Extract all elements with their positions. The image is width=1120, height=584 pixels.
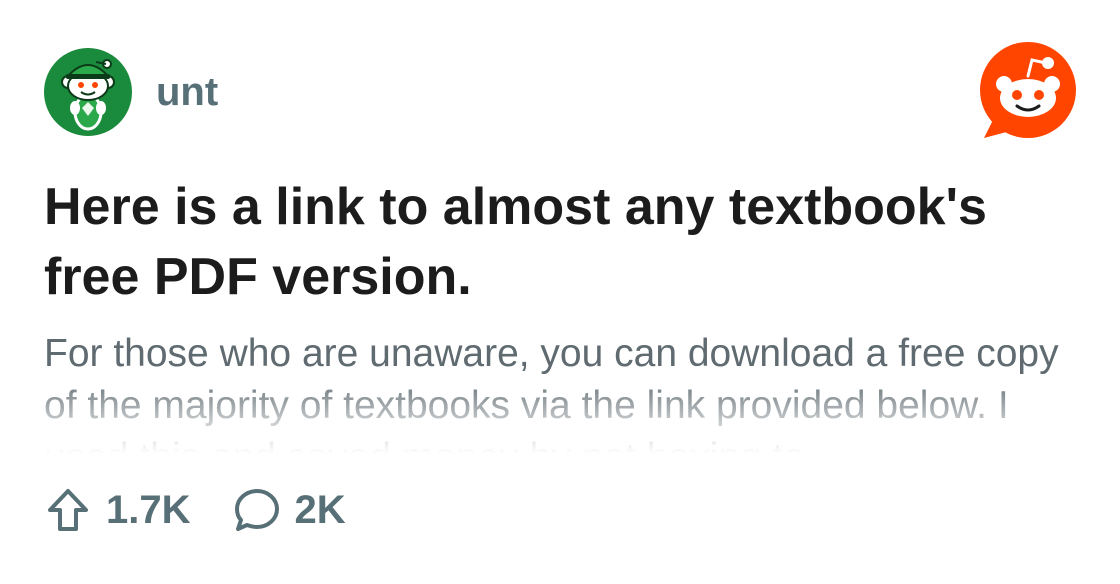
comment-bubble-icon: [234, 489, 279, 531]
post-title[interactable]: Here is a link to almost any textbook's …: [44, 172, 1084, 312]
comments-button[interactable]: 2K: [233, 486, 346, 534]
upvote-arrow-icon: [48, 489, 88, 531]
subreddit-avatar-icon[interactable]: [44, 48, 132, 136]
upvote-button[interactable]: 1.7K: [44, 486, 191, 534]
post-body-text: For those who are unaware, you can downl…: [44, 332, 1059, 454]
post-body-preview: For those who are unaware, you can downl…: [44, 328, 1084, 454]
subreddit-name[interactable]: unt: [156, 72, 218, 112]
upvote-count: 1.7K: [106, 487, 191, 532]
reddit-logo-icon[interactable]: [980, 42, 1076, 142]
post-actions: 1.7K 2K: [44, 486, 388, 534]
post-header: unt: [44, 48, 218, 136]
comment-count: 2K: [294, 487, 346, 532]
